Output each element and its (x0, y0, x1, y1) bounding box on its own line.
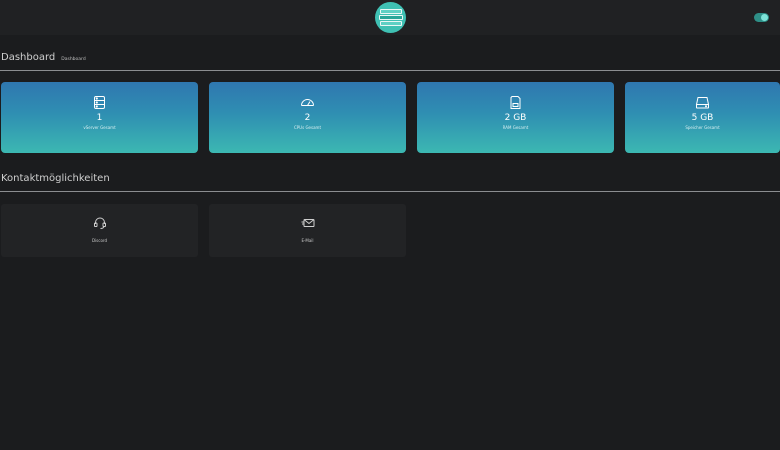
stat-value: 1 (96, 113, 103, 123)
stat-card-ram[interactable]: 2 GB RAM Gesamt (417, 82, 614, 153)
brand-logo[interactable] (375, 2, 406, 33)
contact-card-discord[interactable]: Discord (1, 204, 198, 257)
logo-line-3 (379, 21, 402, 26)
dashboard-divider (0, 70, 780, 71)
stat-label: CPUs Gesamt (293, 125, 322, 130)
contact-card-email[interactable]: E-Mail (209, 204, 406, 257)
logo-line-2 (378, 15, 403, 20)
server-icon (92, 95, 107, 110)
page-title: Dashboard (1, 52, 56, 63)
stat-card-storage[interactable]: 5 GB Speicher Gesamt (625, 82, 780, 153)
contact-divider (0, 191, 780, 192)
stat-label: Speicher Gesamt (685, 125, 720, 130)
logo-line-1 (379, 9, 402, 14)
stat-value: 5 GB (691, 113, 714, 123)
stat-label: vServer Gesamt (83, 125, 116, 130)
section-title-contact: Kontaktmöglichkeiten (1, 173, 110, 184)
stat-card-cpus[interactable]: 2 CPUs Gesamt (209, 82, 406, 153)
toggle-knob (761, 14, 768, 21)
theme-toggle[interactable] (754, 13, 769, 22)
stat-value: 2 (304, 113, 311, 123)
headset-icon (93, 216, 107, 230)
breadcrumb[interactable]: Dashboard (61, 57, 85, 62)
email-icon (301, 216, 315, 230)
gauge-icon (300, 95, 315, 110)
stat-value: 2 GB (504, 113, 527, 123)
contact-label: Discord (91, 238, 108, 243)
top-bar (0, 0, 780, 35)
contact-label: E-Mail (301, 238, 314, 243)
stat-card-vserver[interactable]: 1 vServer Gesamt (1, 82, 198, 153)
contact-header: Kontaktmöglichkeiten (1, 173, 110, 184)
hard-drive-icon (695, 95, 710, 110)
stat-label: RAM Gesamt (502, 125, 529, 130)
dashboard-header: Dashboard Dashboard (1, 52, 86, 63)
ram-icon (508, 95, 523, 110)
